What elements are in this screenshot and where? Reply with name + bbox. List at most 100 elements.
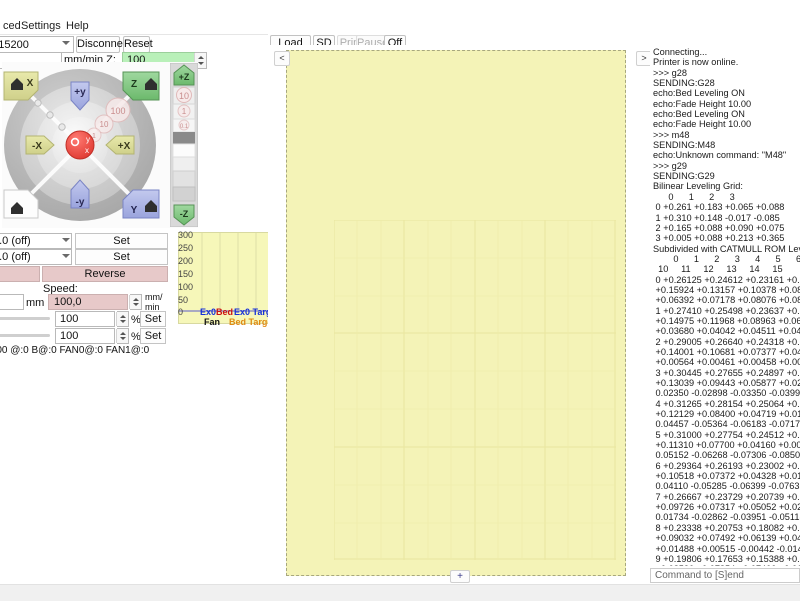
log-line: 6 +0.29364 +0.26193 +0.23002 +0.19821 + — [655, 460, 800, 471]
log-line: +0.03680 +0.04042 +0.04511 +0.04768 — [655, 326, 800, 337]
ytick-250: 250 — [178, 243, 194, 253]
set-feed-button[interactable]: Set — [140, 328, 166, 344]
set-bed-temp-button[interactable]: Set — [75, 249, 168, 265]
log-line: +0.14001 +0.10681 +0.07377 +0.04457 +0. — [655, 346, 800, 357]
log-line: 9 +0.19806 +0.17653 +0.15388 +0.13179 + — [655, 553, 800, 564]
log-line: echo:Fade Height 10.00 — [653, 119, 752, 130]
log-line: +0.08530 +0.07854 +0.07400 +0.06991 +0. — [650, 564, 800, 566]
z-slider-graphic[interactable]: +Z 10 1 0.1 -Z — [169, 62, 199, 228]
legend-bed: Bed — [216, 307, 234, 317]
svg-text:+y: +y — [74, 87, 86, 98]
feed-slider[interactable] — [0, 334, 50, 337]
log-line: 0 1 2 3 — [653, 191, 735, 202]
svg-text:100: 100 — [110, 106, 125, 116]
status-bar — [0, 584, 800, 601]
log-line: 7 +0.26667 +0.23729 +0.20739 +0.17775 + — [655, 491, 800, 502]
menu-settings[interactable]: Settings — [18, 19, 64, 33]
z-jog-control[interactable]: +Z 10 1 0.1 -Z — [169, 62, 199, 228]
flow-value-input[interactable]: 100 — [55, 311, 115, 327]
log-line: Printer is now online. — [653, 57, 739, 68]
bed-viewport[interactable] — [268, 45, 642, 576]
svg-text:Y: Y — [131, 205, 138, 216]
add-object-button[interactable]: + — [450, 570, 470, 583]
legend-fan: Fan — [204, 317, 221, 327]
svg-text:Z: Z — [131, 79, 137, 90]
log-line: 5 +0.31000 +0.27754 +0.24512 +0.21268 + — [655, 429, 800, 440]
print-bed-area[interactable] — [286, 50, 626, 576]
extrude-length-input[interactable] — [0, 294, 24, 310]
temperature-status-line: 0.00 @:0 B@:0 FAN0@:0 FAN1@:0 — [0, 345, 150, 356]
log-line: +0.12129 +0.08400 +0.04719 +0.01381 -0. — [655, 409, 800, 420]
reset-button[interactable]: Reset — [123, 36, 153, 53]
svg-text:+Z: +Z — [179, 72, 190, 82]
menu-help[interactable]: Help — [63, 19, 92, 33]
log-line: 3 +0.005 +0.088 +0.213 +0.365 — [653, 233, 785, 244]
log-line: 2 +0.165 +0.088 +0.090 +0.075 — [653, 222, 785, 233]
svg-text:-y: -y — [76, 197, 85, 208]
chevron-down-icon[interactable] — [62, 41, 70, 45]
spinner-arrows-icon[interactable] — [116, 329, 128, 343]
log-line: Connecting... — [653, 47, 708, 57]
log-line: 0.02350 -0.02898 -0.03350 -0.03994 — [653, 388, 800, 399]
jog-dial-graphic[interactable]: 100 10 1 0.1 y x +y -y — [2, 62, 172, 228]
log-line: +0.11310 +0.07700 +0.04160 +0.00930 -0. — [655, 440, 800, 451]
menu-bar: ced Settings Help — [0, 18, 800, 34]
log-line: >>> g28 — [653, 67, 687, 78]
spinner-arrows-icon[interactable] — [129, 295, 141, 309]
svg-text:x: x — [85, 146, 89, 155]
svg-text:0.1: 0.1 — [180, 124, 189, 130]
svg-text:10: 10 — [179, 91, 189, 101]
legend-ex0: Ex0 — [200, 307, 217, 317]
log-line: SENDING:G29 — [653, 171, 715, 182]
log-line: 0 +0.26125 +0.24612 +0.23161 +0.21679 + — [655, 274, 800, 285]
log-line: Bilinear Leveling Grid: — [653, 181, 743, 192]
ytick-50: 50 — [178, 295, 189, 305]
disconnect-button[interactable]: Disconnect — [76, 36, 131, 53]
log-line: 3 +0.30445 +0.27655 +0.24897 +0.22122 + — [655, 367, 800, 378]
serial-log-panel[interactable]: Connecting... Printer is now online. >>> g… — [650, 47, 800, 566]
ytick-0: 0 — [178, 307, 184, 317]
log-line: +0.01488 +0.00515 -0.00442 -0.01432 — [653, 543, 800, 554]
log-line: 10 11 12 13 14 15 — [653, 264, 783, 275]
temperature-graph-yaxis: 300 250 200 150 100 50 0 — [178, 230, 200, 324]
set-flow-button[interactable]: Set — [140, 311, 166, 327]
extrude-button[interactable] — [0, 266, 40, 282]
window-title-strip — [0, 0, 800, 18]
svg-text:X: X — [27, 78, 34, 89]
mmmin-label-top: mm/ — [145, 292, 163, 302]
log-line: SENDING:G28 — [653, 78, 715, 89]
log-line: 1 +0.310 +0.148 -0.017 -0.085 — [653, 212, 780, 223]
extrude-speed-spinner[interactable] — [129, 294, 142, 310]
log-line: 0 +0.261 +0.183 +0.065 +0.088 — [653, 202, 785, 213]
collapse-left-button[interactable]: < — [274, 51, 290, 66]
log-line: echo:Bed Leveling ON — [653, 88, 745, 99]
command-input[interactable]: Command to [S]end — [650, 568, 800, 583]
chevron-down-icon[interactable] — [62, 254, 70, 258]
flow-slider[interactable] — [0, 317, 50, 320]
log-line: 8 +0.23338 +0.20753 +0.18082 +0.15453 + — [655, 522, 800, 533]
feed-spinner[interactable] — [116, 328, 129, 344]
log-line: +0.09726 +0.07317 +0.05052 +0.02970 +0. — [655, 502, 800, 513]
log-line: 0.04457 -0.05364 -0.06183 -0.07178 — [653, 419, 800, 430]
set-extruder-temp-button[interactable]: Set — [75, 233, 168, 249]
log-line: +0.00564 +0.00461 +0.00458 +0.00254 — [655, 357, 800, 368]
svg-text:-X: -X — [32, 141, 42, 152]
log-line: 1 +0.27410 +0.25498 +0.23637 +0.21750 + — [655, 305, 800, 316]
extrude-speed-input[interactable]: 100,0 — [48, 294, 128, 310]
log-line: SENDING:M48 — [653, 140, 716, 151]
divider — [0, 34, 268, 35]
feed-value-input[interactable]: 100 — [55, 328, 115, 344]
ytick-200: 200 — [178, 256, 194, 266]
reverse-button[interactable]: Reverse — [42, 266, 168, 282]
log-line: +0.06392 +0.07178 +0.08076 +0.08750 — [655, 295, 800, 306]
log-line: +0.13039 +0.09443 +0.05877 +0.02678 +0. — [655, 378, 800, 388]
xy-jog-control[interactable]: 100 10 1 0.1 y x +y -y — [2, 62, 198, 228]
spinner-arrows-icon[interactable] — [116, 312, 128, 326]
chevron-down-icon[interactable] — [62, 238, 70, 242]
log-line: >>> m48 — [653, 129, 690, 140]
log-line: 2 +0.29005 +0.26640 +0.24318 +0.21975 + — [655, 336, 800, 347]
log-line: 0 1 2 3 4 5 6 — [653, 253, 800, 264]
bed-mesh-grid — [334, 220, 616, 560]
ytick-300: 300 — [178, 230, 194, 240]
flow-spinner[interactable] — [116, 311, 129, 327]
